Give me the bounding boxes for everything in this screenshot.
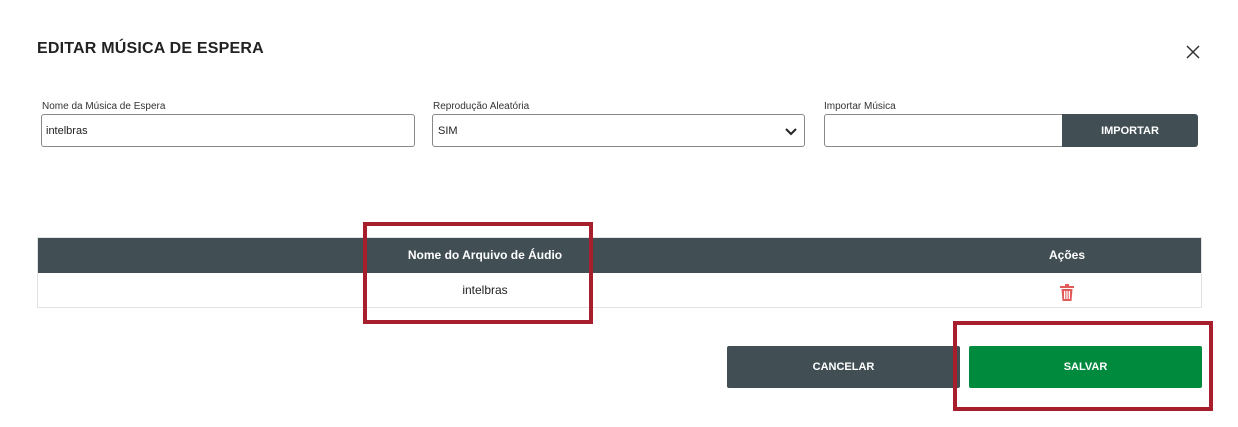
chevron-down-icon: [785, 128, 797, 136]
table-header: Nome do Arquivo de Áudio Ações: [38, 238, 1201, 273]
file-name-cell: intelbras: [462, 283, 508, 297]
audio-files-table: Nome do Arquivo de Áudio Ações intelbras: [37, 237, 1202, 308]
shuffle-select[interactable]: SIM: [432, 114, 805, 147]
close-icon[interactable]: [1184, 43, 1202, 61]
import-file-input[interactable]: [824, 114, 1064, 147]
shuffle-selected-value: SIM: [438, 125, 458, 137]
column-header-file-name: Nome do Arquivo de Áudio: [407, 248, 563, 262]
save-button[interactable]: SALVAR: [969, 346, 1202, 388]
shuffle-field-label: Reprodução Aleatória: [433, 101, 530, 112]
import-button[interactable]: IMPORTAR: [1062, 114, 1198, 147]
trash-icon[interactable]: [1059, 284, 1075, 301]
column-header-actions: Ações: [1048, 248, 1086, 262]
cancel-button[interactable]: CANCELAR: [727, 346, 960, 388]
name-field-label: Nome da Música de Espera: [42, 101, 166, 112]
import-field-label: Importar Música: [824, 101, 896, 112]
name-input[interactable]: [41, 114, 415, 147]
dialog-title: EDITAR MÚSICA DE ESPERA: [37, 40, 264, 57]
